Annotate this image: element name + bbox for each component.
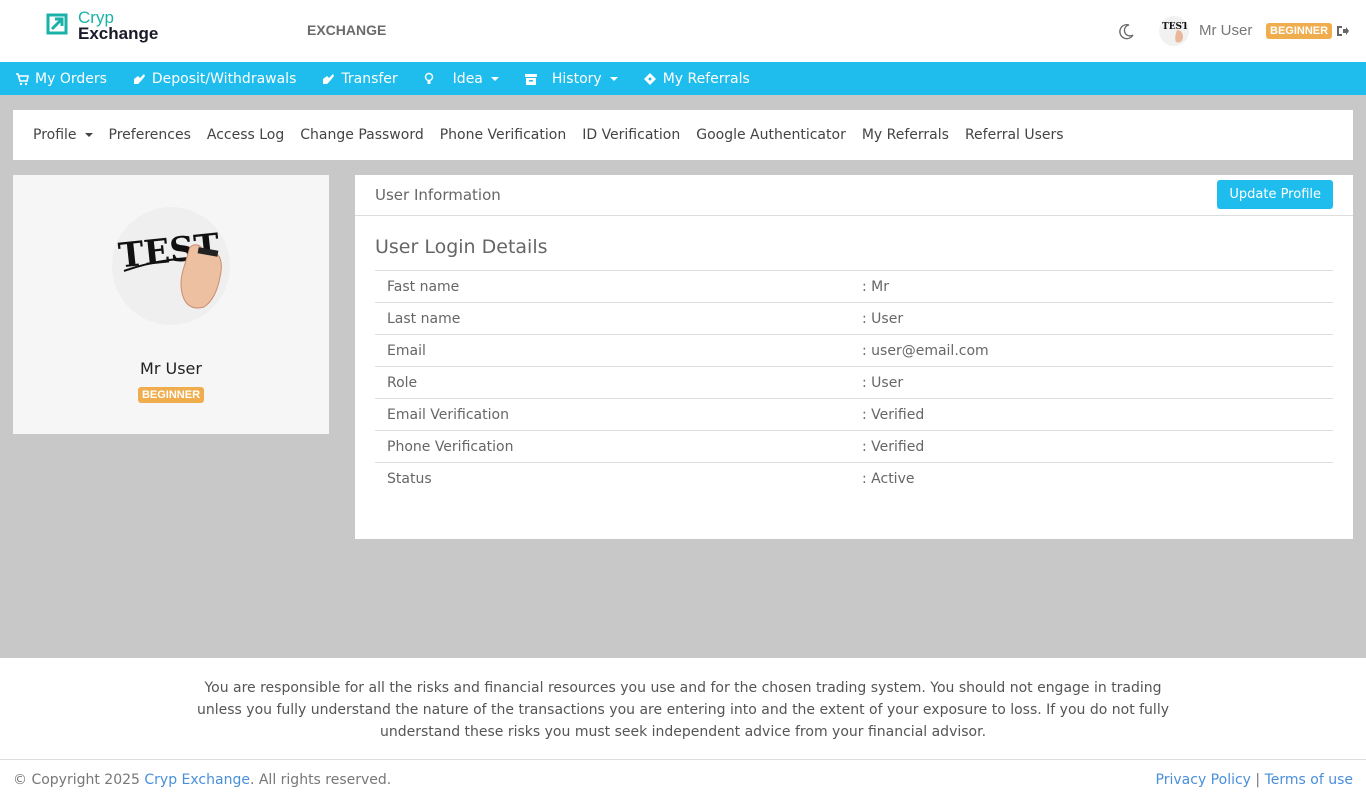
nav-label: Idea <box>452 70 483 87</box>
profile-subnav: Profile Preferences Access Log Change Pa… <box>13 110 1353 160</box>
row-value: : Active <box>862 462 1333 495</box>
section-title: User Login Details <box>375 236 548 258</box>
chevron-down-icon <box>84 133 93 137</box>
row-value: : User <box>862 302 1333 335</box>
profile-name: Mr User <box>140 359 202 378</box>
top-header: Cryp Exchange EXCHANGE TEST Mr User BEGI… <box>0 0 1366 62</box>
subnav-id-verification[interactable]: ID Verification <box>582 127 680 143</box>
table-row: Phone Verification : Verified <box>375 430 1333 463</box>
footer-links: Privacy Policy | Terms of use <box>1156 772 1353 788</box>
hand-icon <box>133 73 145 84</box>
archive-icon <box>524 73 537 85</box>
row-label: Email Verification <box>375 398 862 431</box>
row-value: : User <box>862 366 1333 399</box>
subnav-google-authenticator[interactable]: Google Authenticator <box>696 127 846 143</box>
brand-line-2: Exchange <box>78 24 159 43</box>
subnav-change-password[interactable]: Change Password <box>300 127 423 143</box>
row-value: : Verified <box>862 398 1333 431</box>
logo-icon <box>46 13 68 35</box>
row-label: Status <box>375 462 862 495</box>
brand-logo[interactable]: Cryp Exchange <box>44 9 159 43</box>
panel-title: User Information <box>375 186 501 204</box>
nav-label: Deposit/Withdrawals <box>151 70 297 87</box>
nav-idea[interactable]: Idea <box>423 71 499 87</box>
row-label: Phone Verification <box>375 430 862 463</box>
risk-disclaimer: You are responsible for all the risks an… <box>197 680 1169 740</box>
level-badge: BEGINNER <box>137 387 205 403</box>
chevron-down-icon <box>490 76 499 81</box>
nav-label: Transfer <box>341 70 398 87</box>
lightbulb-icon <box>424 72 433 84</box>
row-label: Fast name <box>375 270 862 303</box>
subnav-phone-verification[interactable]: Phone Verification <box>440 127 566 143</box>
subnav-my-referrals[interactable]: My Referrals <box>862 127 949 143</box>
row-label: Role <box>375 366 862 399</box>
nav-deposit-withdrawals[interactable]: Deposit/Withdrawals <box>132 71 296 87</box>
moon-icon[interactable] <box>1118 22 1136 40</box>
copyright-suffix: . All rights reserved. <box>249 772 392 788</box>
exchange-link[interactable]: EXCHANGE <box>307 22 386 38</box>
nav-my-referrals[interactable]: My Referrals <box>643 71 750 87</box>
cart-icon <box>16 72 29 85</box>
footer-bottom: © Copyright 2025 Cryp Exchange. All righ… <box>0 759 1366 801</box>
terms-link[interactable]: Terms of use <box>1265 772 1353 788</box>
brand-link[interactable]: Cryp Exchange <box>144 772 250 788</box>
ticket-icon <box>643 72 656 85</box>
chevron-down-icon <box>609 76 618 81</box>
subnav-profile[interactable]: Profile <box>33 127 93 143</box>
table-row: Status : Active <box>375 462 1333 495</box>
nav-label: History <box>551 70 602 87</box>
table-row: Fast name : Mr <box>375 270 1333 303</box>
svg-text:TEST: TEST <box>1162 22 1189 32</box>
privacy-policy-link[interactable]: Privacy Policy <box>1156 772 1251 788</box>
footer: You are responsible for all the risks an… <box>0 658 1366 803</box>
panel-header: User Information Update Profile <box>355 175 1353 216</box>
table-row: Email : user@email.com <box>375 334 1333 367</box>
update-profile-button[interactable]: Update Profile <box>1217 180 1333 209</box>
avatar[interactable]: TEST <box>1159 16 1189 46</box>
table-row: Role : User <box>375 366 1333 399</box>
header-username[interactable]: Mr User <box>1199 22 1252 39</box>
row-value: : user@email.com <box>862 334 1333 367</box>
subnav-referral-users[interactable]: Referral Users <box>965 127 1064 143</box>
user-info-panel: User Information Update Profile User Log… <box>355 175 1353 539</box>
copyright: © Copyright 2025 Cryp Exchange. All righ… <box>13 772 391 788</box>
subnav-preferences[interactable]: Preferences <box>109 127 191 143</box>
table-row: Last name : User <box>375 302 1333 335</box>
nav-label: My Referrals <box>662 70 750 87</box>
level-badge: BEGINNER <box>1266 23 1333 39</box>
main-nav: My Orders Deposit/Withdrawals Transfer I… <box>0 62 1366 95</box>
avatar-image: TEST <box>117 226 222 309</box>
avatar-image: TEST <box>1162 22 1189 43</box>
subnav-access-log[interactable]: Access Log <box>207 127 284 143</box>
hand-icon <box>323 73 335 84</box>
link-separator: | <box>1250 772 1265 788</box>
profile-avatar: TEST <box>112 207 230 325</box>
nav-transfer[interactable]: Transfer <box>321 70 398 87</box>
row-label: Last name <box>375 302 862 335</box>
copyright-prefix: © Copyright 2025 <box>13 772 145 788</box>
nav-history[interactable]: History <box>524 71 618 87</box>
nav-my-orders[interactable]: My Orders <box>15 71 107 87</box>
nav-label: My Orders <box>35 70 107 87</box>
logout-icon[interactable] <box>1336 25 1350 37</box>
row-value: : Verified <box>862 430 1333 463</box>
profile-card: TEST Mr User BEGINNER <box>13 175 329 434</box>
row-label: Email <box>375 334 862 367</box>
login-details-table: Fast name : Mr Last name : User Email : … <box>375 270 1333 495</box>
subnav-label: Profile <box>33 127 77 143</box>
row-value: : Mr <box>862 270 1333 303</box>
table-row: Email Verification : Verified <box>375 398 1333 431</box>
